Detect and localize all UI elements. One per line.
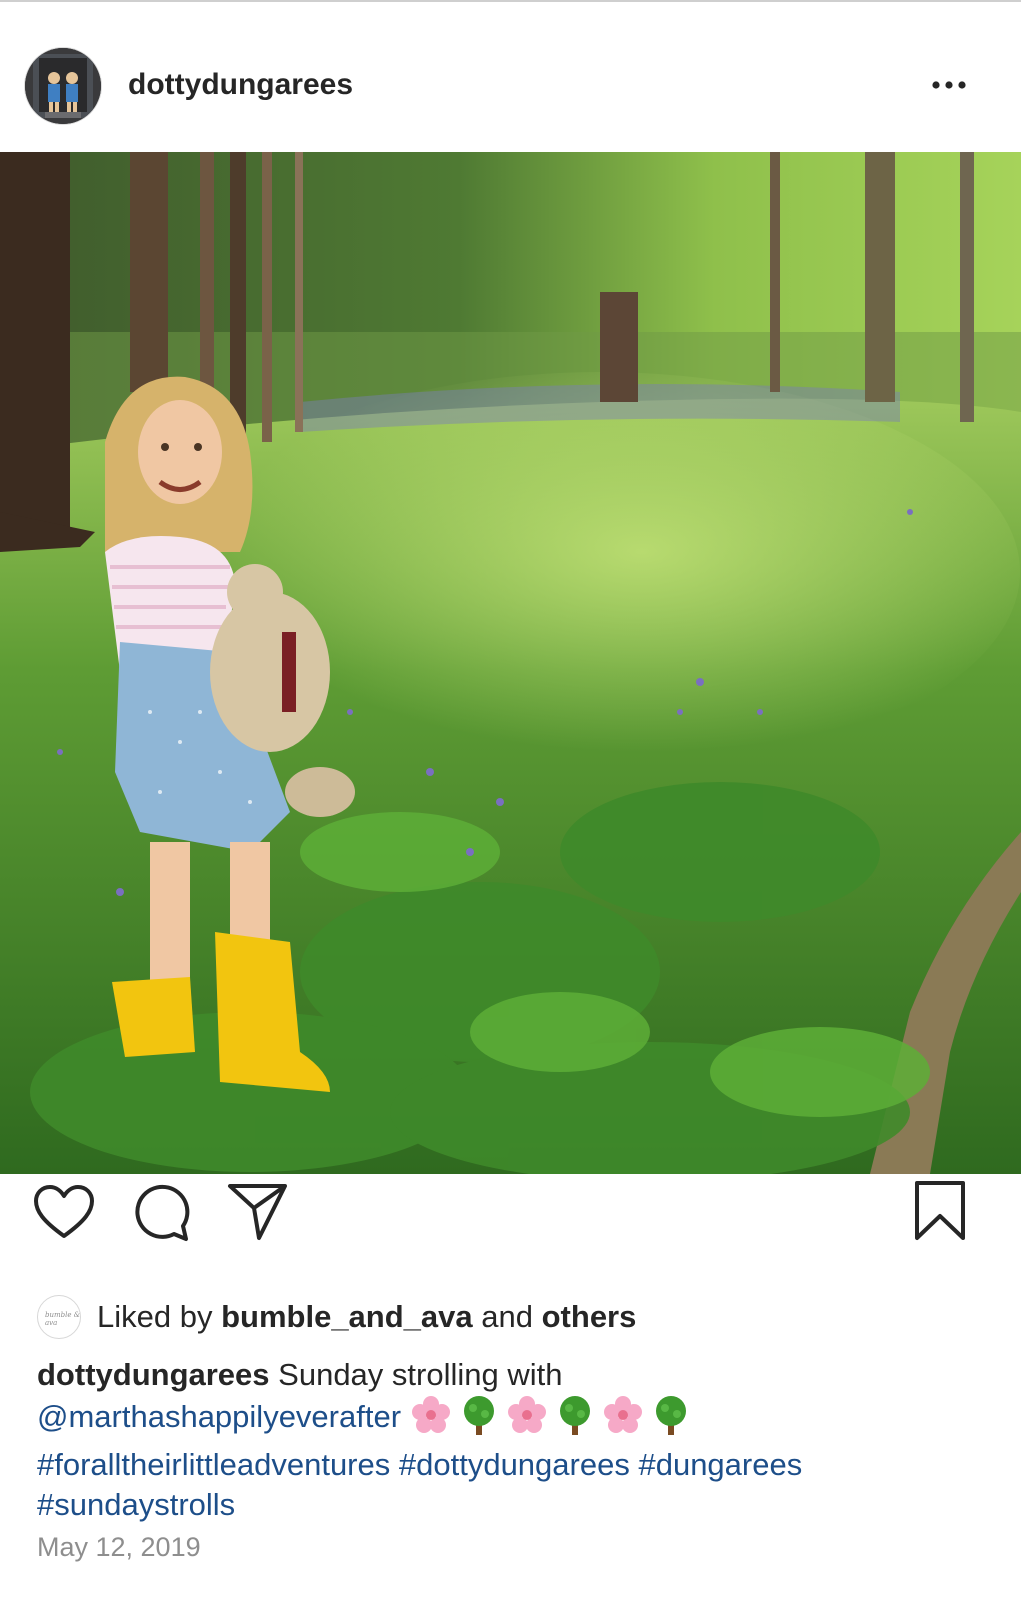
post-header: dottydungarees: [0, 2, 1021, 152]
likes-others-link[interactable]: others: [542, 1299, 637, 1334]
liker-avatar-logo: bumble & ava: [45, 1311, 80, 1327]
likes-text: Liked by bumble_and_ava and others: [97, 1299, 636, 1335]
profile-avatar[interactable]: [25, 48, 101, 124]
tree-icon: [458, 1395, 500, 1445]
tree-icon: [554, 1395, 596, 1445]
hashtag-link[interactable]: #sundaystrolls: [37, 1487, 235, 1522]
liker-avatar[interactable]: bumble & ava: [37, 1295, 81, 1339]
caption-username[interactable]: dottydungarees: [37, 1357, 270, 1392]
likes-summary: bumble & ava Liked by bumble_and_ava and…: [37, 1295, 997, 1343]
caption-emojis: [410, 1396, 698, 1435]
action-bar: [0, 1174, 1021, 1284]
caption-text: Sunday strolling with: [278, 1357, 563, 1392]
comment-bubble-icon[interactable]: [130, 1184, 190, 1247]
hashtag-link[interactable]: #dottydungarees: [399, 1447, 630, 1482]
post-caption: dottydungarees Sunday strolling with @ma…: [37, 1355, 997, 1525]
post-photo[interactable]: [0, 152, 1021, 1174]
cherry-blossom-icon: [410, 1395, 452, 1445]
likes-prefix: Liked by: [97, 1299, 213, 1334]
cherry-blossom-icon: [602, 1395, 644, 1445]
post-username[interactable]: dottydungarees: [128, 68, 353, 102]
tree-icon: [650, 1395, 692, 1445]
likes-connector: and: [481, 1299, 533, 1334]
post-date: May 12, 2019: [37, 1532, 201, 1562]
share-send-icon[interactable]: [227, 1182, 289, 1247]
like-heart-icon[interactable]: [33, 1184, 95, 1245]
more-options-icon[interactable]: [930, 68, 974, 102]
cherry-blossom-icon: [506, 1395, 548, 1445]
bookmark-save-icon[interactable]: [912, 1180, 968, 1247]
hashtag-link[interactable]: #foralltheirlittleadventures: [37, 1447, 390, 1482]
caption-mention[interactable]: @marthashappilyeverafter: [37, 1399, 401, 1434]
hashtag-link[interactable]: #dungarees: [638, 1447, 802, 1482]
liker-username[interactable]: bumble_and_ava: [221, 1299, 473, 1334]
